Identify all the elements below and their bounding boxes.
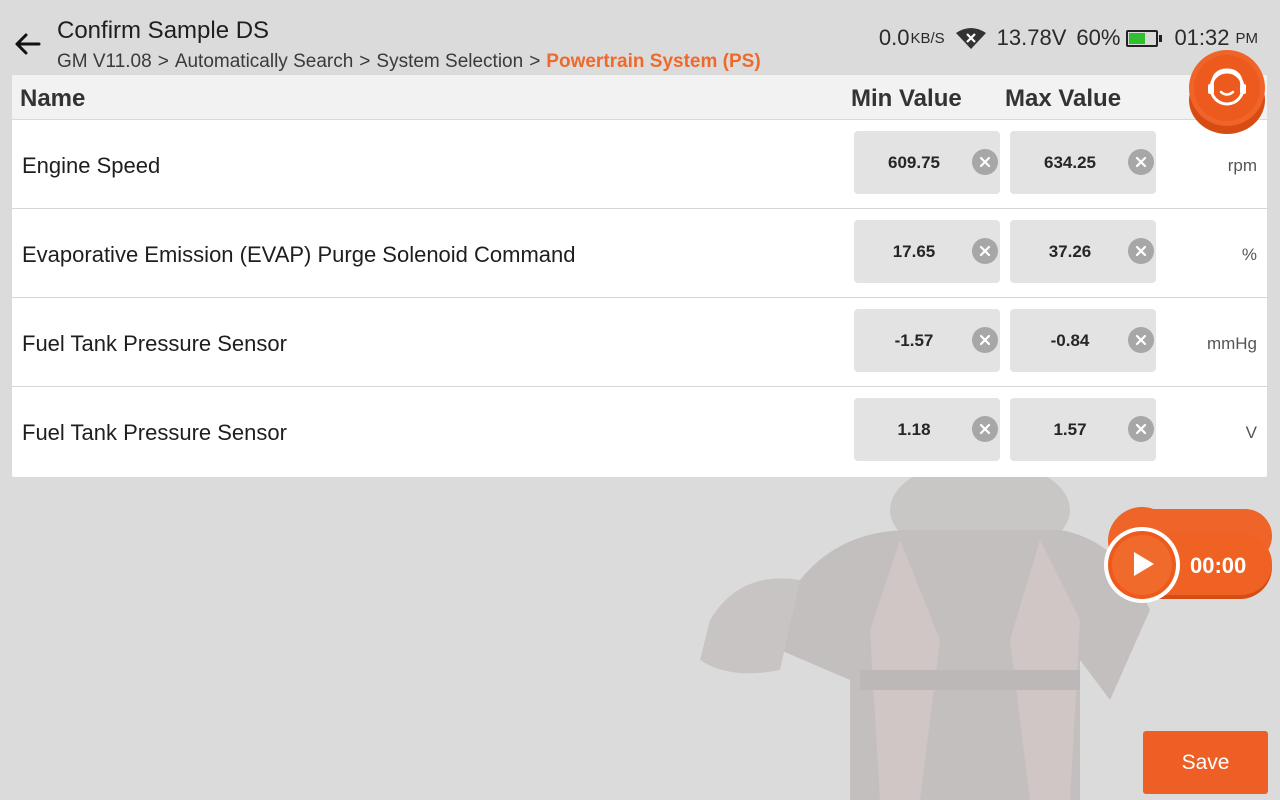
min-value-field[interactable]: 609.75 [854,131,1000,194]
breadcrumb-item[interactable]: System Selection [376,51,523,72]
record-timer: 00:00 [1190,553,1247,578]
table-header: Name Min Value Max Value [12,75,1267,120]
clear-min-icon[interactable] [972,149,998,175]
battery-icon [1126,29,1163,47]
network-speed-unit: KB/S [910,29,945,47]
record-playback-button[interactable] [1102,505,1274,605]
parameter-name: Fuel Tank Pressure Sensor [22,420,287,445]
voltage-reading: 13.78V [996,25,1067,50]
clear-min-icon[interactable] [972,416,998,442]
clear-max-icon[interactable] [1128,416,1154,442]
min-value-text: 1.18 [897,420,931,439]
max-value-field[interactable]: 1.57 [1010,398,1156,461]
table-row: Fuel Tank Pressure Sensor 1.18 1.57 V [12,387,1267,475]
column-header-max: Max Value [1005,85,1122,112]
breadcrumb-separator: > [359,51,371,72]
column-header-name: Name [20,85,86,112]
breadcrumb-separator: > [157,51,169,72]
min-value-field[interactable]: 1.18 [854,398,1000,461]
parameter-unit: % [1241,245,1257,264]
table-row: Engine Speed 609.75 634.25 rpm [12,120,1267,209]
breadcrumb-separator: > [529,51,541,72]
page-title: Confirm Sample DS [57,17,270,44]
network-speed: 0.0 [878,25,910,50]
parameter-unit: V [1245,423,1257,442]
battery-percent: 60% [1076,25,1121,50]
headset-support-icon[interactable] [1186,44,1268,136]
parameter-name: Evaporative Emission (EVAP) Purge Soleno… [22,242,576,267]
max-value-text: -0.84 [1050,331,1090,350]
max-value-text: 634.25 [1044,153,1096,172]
table-row: Evaporative Emission (EVAP) Purge Soleno… [12,209,1267,298]
breadcrumb-current: Powertrain System (PS) [546,51,761,72]
parameter-name: Engine Speed [22,153,161,178]
max-value-field[interactable]: 37.26 [1010,220,1156,283]
clear-min-icon[interactable] [972,238,998,264]
parameter-unit: mmHg [1206,334,1257,353]
min-value-text: 17.65 [892,242,936,261]
min-value-field[interactable]: -1.57 [854,309,1000,372]
table-row: Fuel Tank Pressure Sensor -1.57 -0.84 mmHg [12,298,1267,387]
clear-min-icon[interactable] [972,327,998,353]
max-value-field[interactable]: 634.25 [1010,131,1156,194]
max-value-text: 1.57 [1053,420,1087,439]
parameter-unit: rpm [1227,156,1257,175]
clear-max-icon[interactable] [1128,327,1154,353]
breadcrumb-item[interactable]: Automatically Search [175,51,353,72]
min-value-text: -1.57 [894,331,934,350]
max-value-text: 37.26 [1048,242,1092,261]
max-value-field[interactable]: -0.84 [1010,309,1156,372]
back-button[interactable] [12,28,44,60]
clear-max-icon[interactable] [1128,149,1154,175]
wifi-off-icon [955,28,986,49]
parameter-name: Fuel Tank Pressure Sensor [22,331,287,356]
arrow-left-icon [15,33,41,55]
save-button[interactable]: Save [1143,731,1268,794]
breadcrumb: GM V11.08 > Automatically Search > System Se… [57,51,761,73]
clear-max-icon[interactable] [1128,238,1154,264]
min-value-field[interactable]: 17.65 [854,220,1000,283]
min-value-text: 609.75 [888,153,940,172]
sample-ds-table: Name Min Value Max Value Engine Speed 609… [12,75,1267,477]
breadcrumb-item[interactable]: GM V11.08 [57,51,152,72]
column-header-min: Min Value [851,85,962,112]
